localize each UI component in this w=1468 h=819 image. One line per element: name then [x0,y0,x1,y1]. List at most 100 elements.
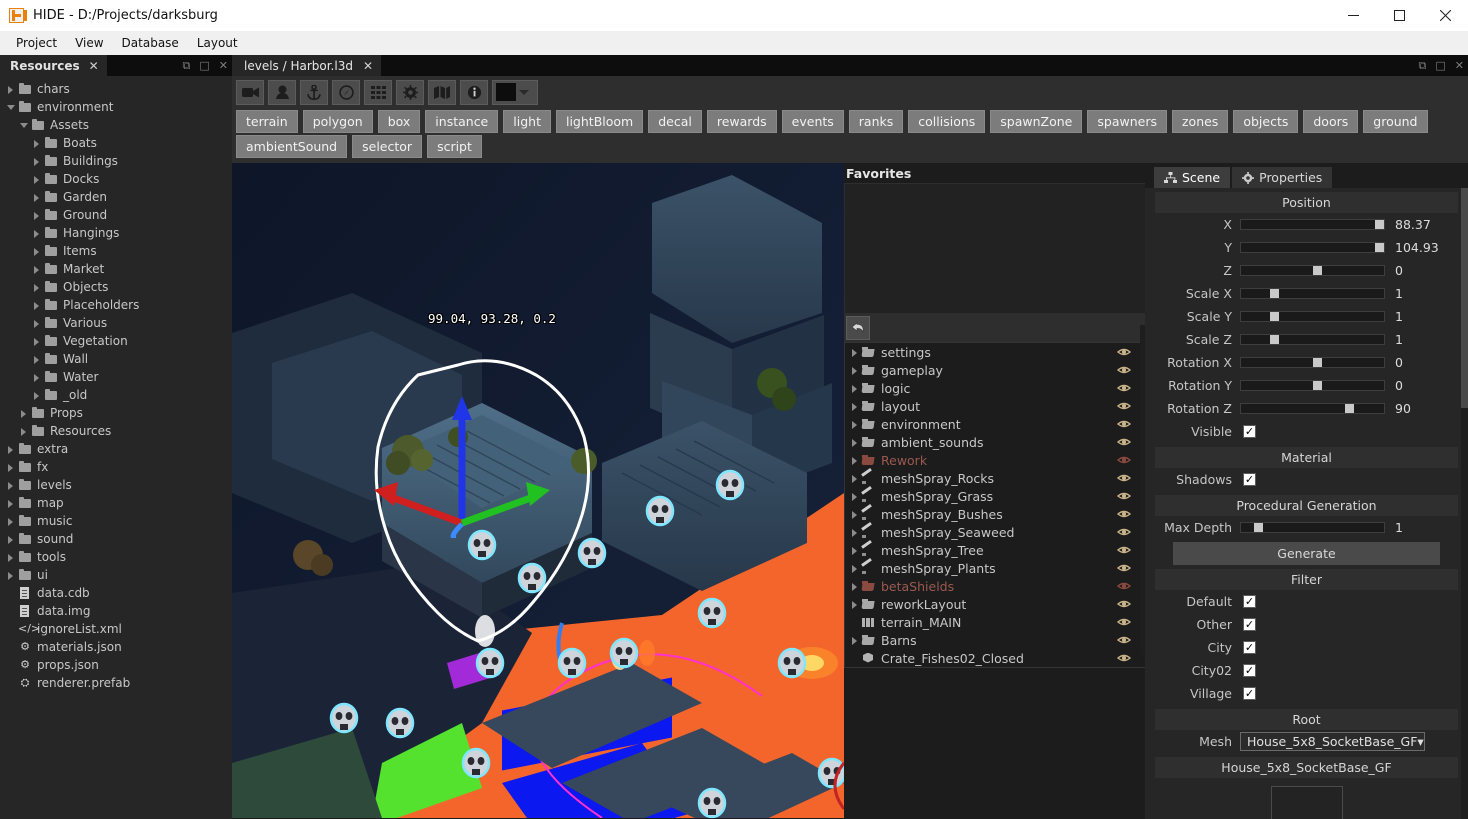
resource-tree-item[interactable]: Various [0,314,232,332]
chevron-right-icon[interactable] [850,509,861,520]
chip-objects[interactable]: objects [1233,110,1299,133]
resource-tree-item[interactable]: environment [0,98,232,116]
transform-slider[interactable] [1240,265,1385,276]
back-arrow-icon[interactable] [846,316,870,340]
resource-tree-item[interactable]: Props [0,404,232,422]
chevron-right-icon[interactable] [32,138,42,148]
resource-tree-item[interactable]: Docks [0,170,232,188]
chevron-right-icon[interactable] [32,192,42,202]
chip-ranks[interactable]: ranks [848,110,904,133]
slider-knob[interactable] [1312,266,1322,275]
restore-icon[interactable]: ⧉ [183,60,191,71]
character-icon[interactable] [268,79,296,105]
chevron-right-icon[interactable] [32,390,42,400]
scene-tree-item[interactable]: meshSpray_Plants [845,559,1145,577]
chevron-down-icon[interactable]: ▾ [1417,734,1423,749]
resource-tree-item[interactable]: Water [0,368,232,386]
filter-checkbox[interactable]: ✓ [1243,641,1256,654]
chevron-right-icon[interactable] [6,84,16,94]
resource-tree-item[interactable]: ⛭ renderer.prefab [0,674,232,692]
eye-icon[interactable] [1116,580,1132,592]
eye-icon[interactable] [1116,634,1132,646]
transform-slider[interactable] [1240,288,1385,299]
resource-tree-item[interactable]: Ground [0,206,232,224]
eye-icon[interactable] [1116,616,1132,628]
chevron-right-icon[interactable] [850,581,861,592]
chevron-down-icon[interactable] [19,120,29,130]
chevron-right-icon[interactable] [6,444,16,454]
chevron-right-icon[interactable] [850,401,861,412]
resource-tree-item[interactable]: ui [0,566,232,584]
eye-icon[interactable] [1116,454,1132,466]
generate-button[interactable]: Generate [1173,542,1440,565]
slider-knob[interactable] [1312,358,1322,367]
anchor-icon[interactable] [300,79,328,105]
tab-properties[interactable]: Properties [1232,167,1333,188]
chevron-right-icon[interactable] [850,635,861,646]
resource-tree-item[interactable]: Vegetation [0,332,232,350]
eye-icon[interactable] [1116,436,1132,448]
scrollbar-thumb[interactable] [1461,188,1468,408]
chip-light[interactable]: light [503,110,551,133]
chevron-right-icon[interactable] [32,210,42,220]
maximize-button[interactable] [1376,0,1422,31]
resource-tree-item[interactable]: </> ignoreList.xml [0,620,232,638]
shadows-checkbox[interactable]: ✓ [1243,473,1256,486]
compass-icon[interactable] [332,79,360,105]
chevron-right-icon[interactable] [6,516,16,526]
visible-checkbox[interactable]: ✓ [1243,425,1256,438]
chevron-right-icon[interactable] [850,437,861,448]
chevron-right-icon[interactable] [32,318,42,328]
close-icon[interactable]: ✕ [219,60,228,71]
chevron-right-icon[interactable] [850,527,861,538]
chip-spawners[interactable]: spawners [1087,110,1167,133]
chevron-right-icon[interactable] [850,365,861,376]
chip-selector[interactable]: selector [352,135,423,158]
scene-tree-item[interactable]: logic [845,379,1145,397]
chip-box[interactable]: box [377,110,421,133]
slider-knob[interactable] [1375,220,1385,229]
grid-icon[interactable] [364,79,392,105]
chevron-right-icon[interactable] [32,354,42,364]
resource-tree-item[interactable]: Items [0,242,232,260]
chevron-right-icon[interactable] [19,408,29,418]
menu-project[interactable]: Project [7,33,66,53]
scene-tree-item[interactable]: gameplay [845,361,1145,379]
close-button[interactable] [1422,0,1468,31]
resource-tree-item[interactable]: Buildings [0,152,232,170]
chevron-right-icon[interactable] [850,473,861,484]
color-swatch[interactable] [496,83,516,101]
eye-icon[interactable] [1116,598,1132,610]
scene-tree-item[interactable]: Rework [845,451,1145,469]
slider-knob[interactable] [1375,243,1385,252]
scene-tree-item[interactable]: meshSpray_Rocks [845,469,1145,487]
resource-tree-item[interactable]: Garden [0,188,232,206]
eye-icon[interactable] [1116,364,1132,376]
filter-checkbox[interactable]: ✓ [1243,618,1256,631]
resource-tree-item[interactable]: Market [0,260,232,278]
scene-tree-item[interactable]: betaShields [845,577,1145,595]
chevron-right-icon[interactable] [850,563,861,574]
tab-resources[interactable]: Resources ✕ [0,55,107,76]
eye-icon[interactable] [1116,418,1132,430]
scene-tree-item[interactable]: layout [845,397,1145,415]
resource-tree-item[interactable]: music [0,512,232,530]
slider-knob[interactable] [1269,312,1279,321]
chip-lightbloom[interactable]: lightBloom [555,110,644,133]
slider-knob[interactable] [1269,289,1279,298]
chip-ground[interactable]: ground [1363,110,1428,133]
mesh-thumbnail[interactable] [1270,786,1343,819]
chevron-right-icon[interactable] [6,480,16,490]
properties-scrollbar[interactable] [1461,188,1468,819]
max-depth-slider[interactable] [1240,522,1385,533]
chevron-right-icon[interactable] [6,552,16,562]
close-icon[interactable]: ✕ [1455,60,1464,71]
eye-icon[interactable] [1116,382,1132,394]
resource-tree-item[interactable]: chars [0,80,232,98]
chevron-right-icon[interactable] [850,455,861,466]
resource-tree-item[interactable]: extra [0,440,232,458]
scene-tree-item[interactable]: meshSpray_Bushes [845,505,1145,523]
resource-tree-item[interactable]: ⚙ props.json [0,656,232,674]
transform-slider[interactable] [1240,403,1385,414]
resource-tree-item[interactable]: Assets [0,116,232,134]
